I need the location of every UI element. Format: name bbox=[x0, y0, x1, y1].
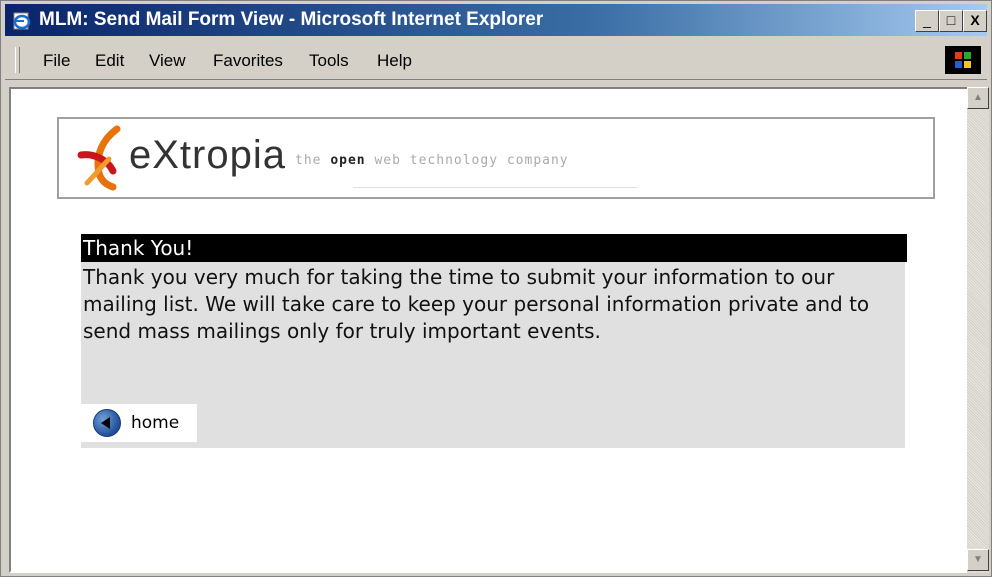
page-content: eXtropia the open web technology company… bbox=[9, 87, 969, 573]
menu-edit[interactable]: Edit bbox=[95, 51, 124, 71]
menu-tools[interactable]: Tools bbox=[309, 51, 349, 71]
menu-favorites[interactable]: Favorites bbox=[213, 51, 283, 71]
scroll-up-button[interactable]: ▲ bbox=[967, 87, 989, 109]
title-bar[interactable]: MLM: Send Mail Form View - Microsoft Int… bbox=[5, 4, 987, 36]
tagline-bold: open bbox=[330, 153, 366, 168]
window-title: MLM: Send Mail Form View - Microsoft Int… bbox=[39, 9, 544, 30]
windows-logo-icon bbox=[945, 46, 981, 74]
thank-you-panel: Thank you very much for taking the time … bbox=[81, 262, 905, 448]
extropia-logo-icon bbox=[77, 125, 121, 191]
menu-view[interactable]: View bbox=[149, 51, 186, 71]
browser-window: MLM: Send Mail Form View - Microsoft Int… bbox=[0, 0, 992, 577]
home-label: home bbox=[131, 413, 180, 433]
menu-grip bbox=[15, 47, 20, 73]
thank-you-heading: Thank You! bbox=[81, 234, 907, 262]
ie-page-icon bbox=[13, 12, 31, 30]
divider bbox=[353, 187, 637, 188]
extropia-wordmark: eXtropia bbox=[129, 133, 286, 177]
scroll-down-button[interactable]: ▼ bbox=[967, 549, 989, 571]
tagline-suffix: web technology company bbox=[365, 153, 569, 168]
maximize-button[interactable]: □ bbox=[939, 10, 963, 32]
menu-help[interactable]: Help bbox=[377, 51, 412, 71]
menu-file[interactable]: File bbox=[43, 51, 70, 71]
back-arrow-icon bbox=[93, 409, 121, 437]
home-button[interactable]: home bbox=[81, 404, 197, 442]
close-button[interactable]: X bbox=[963, 10, 987, 32]
tagline: the open web technology company bbox=[295, 153, 569, 168]
extropia-banner: eXtropia the open web technology company bbox=[57, 117, 935, 199]
minimize-button[interactable]: _ bbox=[915, 10, 939, 32]
tagline-prefix: the bbox=[295, 153, 331, 168]
vertical-scrollbar[interactable]: ▲ ▼ bbox=[967, 87, 989, 573]
menu-bar: File Edit View Favorites Tools Help bbox=[5, 41, 987, 80]
thank-you-message: Thank you very much for taking the time … bbox=[83, 265, 870, 343]
